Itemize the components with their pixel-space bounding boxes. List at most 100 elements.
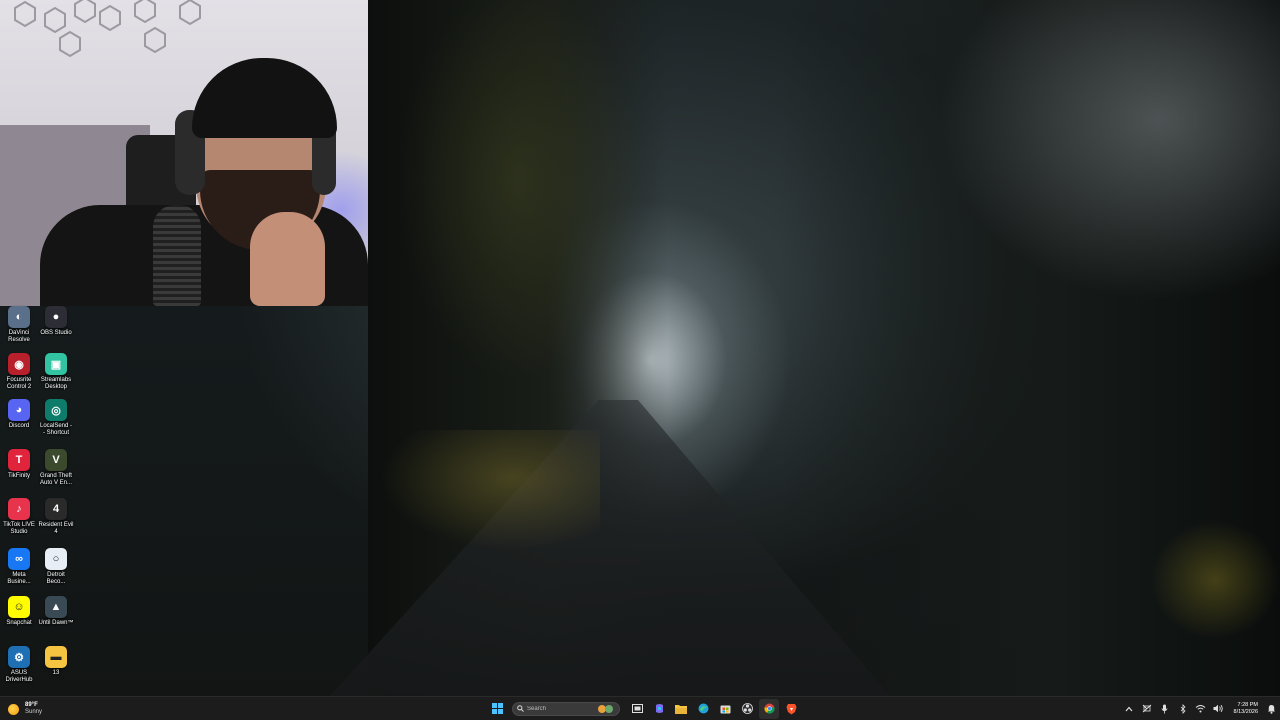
desktop-icon-label: DaVinci Resolve bbox=[8, 330, 30, 343]
network-tray-button[interactable] bbox=[1194, 702, 1208, 716]
desktop-icon-localsend[interactable]: ◎ LocalSend - - Shortcut bbox=[37, 399, 75, 445]
desktop-icon-label: Streamlabs Desktop bbox=[40, 377, 72, 390]
tiktok-live-studio-icon: ♪ bbox=[8, 498, 30, 520]
person-hand bbox=[250, 212, 325, 306]
desktop-icon-label: TikTok LIVE Studio bbox=[3, 522, 35, 535]
desktop-wallpaper: ◐ DaVinci Resolve ● OBS Studio ◉ Focusrite Co… bbox=[0, 0, 1280, 696]
wifi-icon bbox=[1195, 705, 1206, 713]
desktop-icon-label: Focusrite Control 2 bbox=[6, 377, 32, 390]
obs-studio-icon bbox=[741, 703, 753, 714]
desktop-icon-label: Meta Busine... bbox=[7, 572, 31, 585]
desktop-icon-tikfinity[interactable]: T TikFinity bbox=[0, 449, 38, 495]
bluetooth-tray-button[interactable] bbox=[1176, 702, 1190, 716]
snapchat-icon: ☺ bbox=[8, 596, 30, 618]
weather-widget[interactable]: 89°F Sunny bbox=[8, 700, 42, 718]
notification-bell-icon bbox=[1267, 704, 1275, 714]
wall-hexagon-decor bbox=[14, 0, 201, 58]
desktop-icon-label: Snapchat bbox=[6, 620, 32, 626]
volume-tray-button[interactable] bbox=[1212, 702, 1226, 716]
tray-app-icon bbox=[1142, 704, 1151, 713]
task-view-button[interactable] bbox=[627, 699, 647, 719]
desktop-icon-gta-v[interactable]: V Grand Theft Auto V En... bbox=[37, 449, 75, 495]
microphone-tray-button[interactable] bbox=[1158, 702, 1172, 716]
desktop-icon-davinci-resolve[interactable]: ◐ DaVinci Resolve bbox=[0, 306, 38, 352]
brave-button[interactable] bbox=[781, 699, 801, 719]
person-cap bbox=[192, 58, 337, 138]
microphone bbox=[153, 205, 201, 306]
desktop-icon-label: Detroit Beco... bbox=[46, 572, 66, 585]
desktop-icon-folder[interactable]: ▬ 13 bbox=[37, 646, 75, 692]
search-highlight-icon bbox=[598, 704, 613, 713]
desktop-icon-label: Until Dawn™ bbox=[38, 620, 74, 626]
microphone-icon bbox=[1161, 704, 1168, 713]
desktop-icon-asus-driverhub[interactable]: ⚙ ASUS DriverHub bbox=[0, 646, 38, 692]
speaker-icon bbox=[1213, 704, 1223, 713]
desktop-icon-until-dawn[interactable]: ▲ Until Dawn™ bbox=[37, 596, 75, 642]
asus-driverhub-icon: ⚙ bbox=[8, 646, 30, 668]
taskbar-center bbox=[486, 697, 802, 720]
chrome-button[interactable] bbox=[759, 698, 779, 719]
chrome-icon bbox=[763, 703, 775, 714]
sunny-weather-icon bbox=[8, 703, 19, 715]
desktop-icon-streamlabs[interactable]: ▣ Streamlabs Desktop bbox=[37, 353, 75, 399]
show-hidden-icons-button[interactable] bbox=[1122, 702, 1136, 716]
taskbar: 89°F Sunny Search 7:28 PM 8/13/2026 bbox=[0, 696, 1280, 720]
search-input[interactable] bbox=[524, 705, 597, 712]
localsend-icon: ◎ bbox=[45, 399, 67, 421]
desktop-icon-resident-evil-4[interactable]: 4 Resident Evil 4 bbox=[37, 498, 75, 544]
edge-button[interactable] bbox=[693, 699, 713, 719]
desktop-icon-label: 13 bbox=[52, 670, 60, 676]
bluetooth-icon bbox=[1180, 703, 1186, 714]
folder-icon: ▬ bbox=[45, 646, 67, 668]
davinci-resolve-icon: ◐ bbox=[8, 306, 30, 328]
desktop-icon-meta[interactable]: ∞ Meta Busine... bbox=[0, 548, 38, 594]
webcam-overlay bbox=[0, 0, 368, 306]
desktop-icon-label: TikFinity bbox=[7, 473, 31, 479]
desktop-icon-focusrite[interactable]: ◉ Focusrite Control 2 bbox=[0, 353, 38, 399]
tray-app-button[interactable] bbox=[1140, 702, 1154, 716]
windows-logo-icon bbox=[491, 703, 503, 714]
task-view-icon bbox=[631, 704, 643, 713]
discord-icon: ◕ bbox=[8, 399, 30, 421]
desktop-icon-label: Grand Theft Auto V En... bbox=[39, 473, 73, 486]
search-icon bbox=[517, 705, 524, 712]
start-button[interactable] bbox=[487, 699, 507, 719]
desktop-icon-detroit[interactable]: ○ Detroit Beco... bbox=[37, 548, 75, 594]
copilot-button[interactable] bbox=[649, 699, 669, 719]
resident-evil-4-icon: 4 bbox=[45, 498, 67, 520]
streamlabs-icon: ▣ bbox=[45, 353, 67, 375]
taskbar-search-box[interactable] bbox=[512, 701, 620, 716]
focusrite-icon: ◉ bbox=[8, 353, 30, 375]
copilot-icon bbox=[655, 704, 663, 713]
notifications-button[interactable] bbox=[1264, 702, 1278, 716]
desktop-icon-label: Resident Evil 4 bbox=[38, 522, 74, 535]
obs-studio-icon: ● bbox=[45, 306, 67, 328]
desktop-icon-tiktok-live-studio[interactable]: ♪ TikTok LIVE Studio bbox=[0, 498, 38, 544]
wallpaper-foliage-left bbox=[380, 430, 600, 550]
clock-date: 8/13/2026 bbox=[1233, 708, 1258, 715]
desktop-icon-label: ASUS DriverHub bbox=[5, 670, 33, 683]
weather-condition: Sunny bbox=[25, 709, 43, 715]
meta-icon: ∞ bbox=[8, 548, 30, 570]
weather-temperature: 89°F bbox=[25, 702, 38, 708]
desktop-icon-label: Discord bbox=[8, 423, 30, 429]
wallpaper-foliage-right bbox=[1150, 520, 1280, 640]
desktop-icon-discord[interactable]: ◕ Discord bbox=[0, 399, 38, 445]
detroit-icon: ○ bbox=[45, 548, 67, 570]
taskbar-clock[interactable]: 7:28 PM 8/13/2026 bbox=[1234, 702, 1258, 716]
file-explorer-button[interactable] bbox=[671, 699, 691, 719]
tikfinity-icon: T bbox=[8, 449, 30, 471]
file-explorer-icon bbox=[675, 704, 687, 714]
desktop-icon-obs-studio[interactable]: ● OBS Studio bbox=[37, 306, 75, 352]
until-dawn-icon: ▲ bbox=[45, 596, 67, 618]
chevron-up-icon bbox=[1125, 706, 1132, 711]
desktop-icons: ◐ DaVinci Resolve ● OBS Studio ◉ Focusrite Co… bbox=[0, 306, 76, 696]
desktop-icon-snapchat[interactable]: ☺ Snapchat bbox=[0, 596, 38, 642]
microsoft-store-button[interactable] bbox=[715, 699, 735, 719]
obs-taskbar-button[interactable] bbox=[737, 699, 757, 719]
gta-v-icon: V bbox=[45, 449, 67, 471]
microsoft-store-icon bbox=[720, 705, 730, 714]
desktop-icon-label: LocalSend - - Shortcut bbox=[39, 423, 73, 436]
system-tray: 7:28 PM 8/13/2026 bbox=[1120, 697, 1280, 720]
brave-icon bbox=[786, 703, 796, 714]
